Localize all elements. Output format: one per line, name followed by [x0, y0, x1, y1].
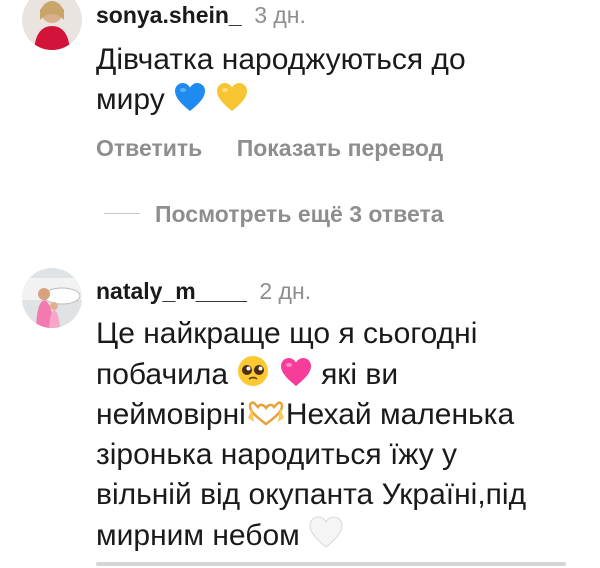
comment-time: 3 дн. [254, 2, 306, 28]
avatar[interactable] [22, 0, 82, 50]
reply-button[interactable]: Ответить [96, 135, 202, 161]
comment-text-line: зіронька народиться їжу у [96, 438, 458, 471]
show-translation-button[interactable]: Показать перевод [237, 135, 444, 161]
yellow-heart-icon [217, 83, 248, 111]
comment-text-line: Це найкраще що я сьогодні [96, 317, 478, 350]
comment-text-line: побачила [96, 358, 229, 391]
comment-text-line: які ви [321, 358, 399, 391]
blue-heart-icon [175, 83, 206, 111]
comment-text: Дівчатка народжуються до миру [96, 40, 466, 120]
comment-text-line: мирним небом [96, 519, 300, 552]
comment-username[interactable]: sonya.shein_ [96, 2, 242, 28]
pleading-face-icon [238, 356, 269, 386]
avatar[interactable] [22, 268, 82, 328]
comment-text-line: Дівчатка народжуються до [96, 43, 466, 76]
pink-heart-icon [280, 358, 311, 386]
comment-text-line: неймовірні [96, 398, 246, 431]
white-heart-icon [309, 516, 343, 548]
cut-off-row [96, 556, 576, 568]
divider [104, 213, 140, 214]
heart-hands-icon [247, 401, 284, 426]
comment-time: 2 дн. [259, 278, 312, 304]
comment-username[interactable]: nataly_m____ [96, 278, 247, 304]
comment-text-line: Нехай маленька [285, 398, 515, 431]
comment-text: Це найкраще що я сьогодні побачила які в… [96, 314, 596, 556]
comment-text-line: вільній від окупанта Україні,під [96, 478, 527, 511]
view-replies-button[interactable]: Посмотреть ещё 3 ответа [155, 201, 444, 228]
comment-text-line: миру [96, 83, 165, 116]
